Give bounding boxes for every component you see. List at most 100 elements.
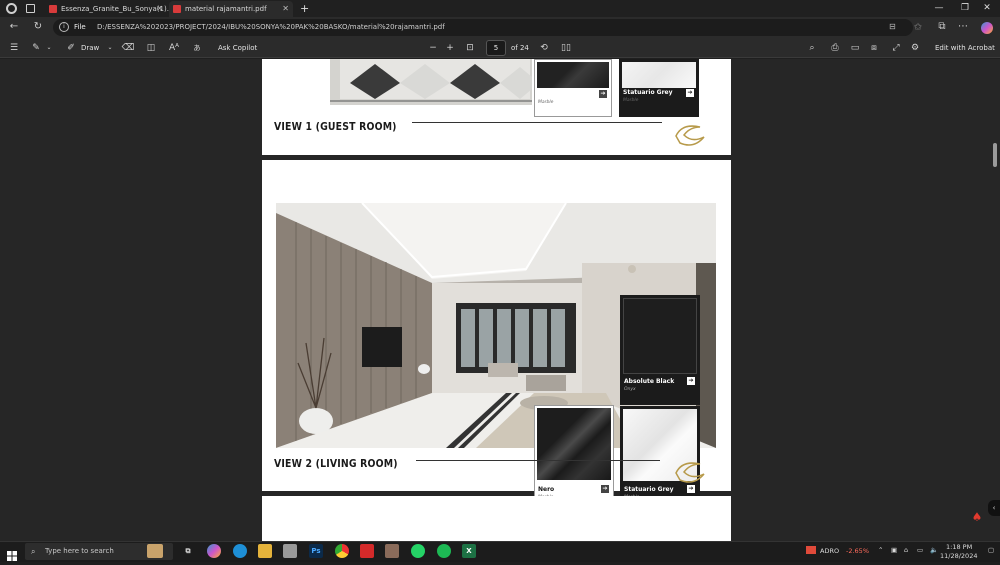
divider [412, 122, 662, 123]
save-as-icon[interactable]: ⧈ [867, 40, 881, 56]
display-icon[interactable]: ▭ [917, 546, 923, 555]
stock-trend-icon [806, 546, 816, 554]
stock-name[interactable]: ADRO [820, 547, 839, 556]
notifications-icon[interactable]: ▢ [988, 546, 994, 555]
tray-overflow-icon[interactable]: ⌃ [878, 546, 883, 555]
excel-icon[interactable]: X [462, 544, 476, 558]
address-bar[interactable]: i File D:/ESSENZA%202023/PROJECT/2024/IB… [53, 19, 913, 36]
autocad-icon[interactable] [385, 544, 399, 558]
marble-tile [623, 298, 697, 374]
side-panel-toggle-icon[interactable]: ‹ [988, 500, 1000, 516]
minimize-button[interactable]: — [926, 0, 952, 17]
zoom-out-icon[interactable]: − [426, 40, 440, 56]
start-icon[interactable] [7, 546, 17, 561]
erase-icon[interactable]: ⌫ [121, 40, 135, 56]
fit-page-icon[interactable]: ⊡ [463, 40, 477, 56]
spotify-icon[interactable] [437, 544, 451, 558]
chevron-down-icon[interactable]: ⌄ [103, 40, 117, 56]
page-view-icon[interactable]: ◫ [144, 40, 158, 56]
store-icon[interactable] [283, 544, 297, 558]
search-placeholder: Type here to search [45, 547, 114, 555]
swatch-name: Statuario Grey [623, 89, 673, 96]
stock-change: -2.65% [846, 547, 869, 555]
marble-tile [537, 62, 609, 88]
close-tab-icon[interactable]: ✕ [282, 1, 289, 17]
chevron-down-icon[interactable]: ⌄ [42, 40, 56, 56]
draw-button[interactable]: Draw [81, 40, 99, 56]
refresh-icon[interactable]: ↻ [31, 20, 45, 34]
file-scheme-label: File [74, 23, 86, 31]
swatch-nero: Nero Marble ➔ [534, 405, 614, 509]
draw-icon[interactable]: ✐ [64, 40, 78, 56]
new-tab-button[interactable]: + [300, 0, 309, 17]
tab-material-rajamantri[interactable]: material rajamantri.pdf ✕ [169, 1, 293, 17]
close-tab-icon[interactable]: ✕ [156, 1, 163, 17]
tray-app-icon[interactable]: ▣ [891, 546, 897, 555]
widget-icon[interactable] [147, 544, 163, 558]
swatch-nero: Nero Marble ➔ [534, 59, 612, 117]
whatsapp-icon[interactable] [411, 544, 425, 558]
photoshop-icon[interactable]: Ps [309, 544, 323, 558]
scrollbar-thumb[interactable] [993, 143, 997, 167]
render-image-guest-room [330, 59, 532, 105]
zoom-in-icon[interactable]: + [443, 40, 457, 56]
swatch-absolute-black: Absolute Black Onyx ➔ [620, 295, 700, 405]
divider [416, 460, 660, 461]
copilot-icon[interactable] [981, 22, 993, 34]
swatch-name: Absolute Black [624, 378, 675, 385]
swatch-name: Statuario Grey [624, 486, 674, 493]
fullscreen-icon[interactable]: ⤢ [889, 40, 903, 56]
highlight-icon[interactable]: ✎ [29, 40, 43, 56]
print-icon[interactable]: ⎙ [828, 40, 842, 56]
two-page-icon[interactable]: ▯▯ [559, 40, 573, 56]
settings-icon[interactable]: ⚙ [908, 40, 922, 56]
copilot-taskbar-icon[interactable] [207, 544, 221, 558]
tab-essenza-granite[interactable]: Essenza_Granite_Bu_Sonya(1).pdf ✕ [45, 1, 180, 17]
page-number-input[interactable]: 5 [486, 40, 506, 56]
collections-icon[interactable]: ⧉ [935, 20, 949, 34]
edge-icon[interactable] [233, 544, 247, 558]
edit-with-acrobat-button[interactable]: Edit with Acrobat [935, 40, 995, 56]
browser-logo-icon[interactable] [6, 3, 17, 14]
save-icon[interactable]: ▭ [848, 40, 862, 56]
rotate-icon[interactable]: ⟲ [537, 40, 551, 56]
reader-view-icon[interactable]: ⊟ [889, 22, 896, 31]
volume-icon[interactable]: 🔈 [930, 546, 938, 555]
read-aloud-icon[interactable]: Aᴬ [167, 40, 181, 56]
pdf-page-next [262, 496, 731, 541]
pdf-icon [173, 5, 181, 13]
swatch-name: Nero [538, 91, 555, 98]
vertical-scrollbar[interactable] [991, 59, 1000, 541]
chrome-icon[interactable] [335, 544, 349, 558]
clock-date[interactable]: 11/28/2024 [940, 552, 977, 561]
swatch-name: Nero [538, 486, 555, 493]
swatch-type: Marble [538, 100, 554, 105]
tab-label: material rajamantri.pdf [185, 5, 267, 13]
file-explorer-icon[interactable] [258, 544, 272, 558]
company-logo [670, 458, 710, 488]
translate-icon[interactable]: あ [190, 40, 204, 56]
view-title: VIEW 1 (GUEST ROOM) [274, 120, 397, 133]
arrow-icon: ➔ [601, 485, 609, 493]
swatch-type: Onyx [624, 387, 636, 392]
url-text[interactable]: D:/ESSENZA%202023/PROJECT/2024/IBU%20SON… [97, 19, 445, 36]
info-icon[interactable]: i [59, 22, 69, 32]
acrobat-icon[interactable]: ♠ [969, 509, 985, 525]
clock-time[interactable]: 1:18 PM [946, 543, 972, 552]
ask-copilot-button[interactable]: Ask Copilot [218, 40, 257, 56]
close-window-button[interactable]: ✕ [974, 0, 1000, 17]
tab-actions-icon[interactable] [26, 4, 35, 13]
task-view-icon[interactable]: ⧉ [181, 544, 195, 558]
search-icon[interactable]: ⌕ [805, 40, 819, 56]
pdf-viewer[interactable]: Nero Marble ➔ Statuario Grey Marble ➔ VI… [0, 59, 1000, 541]
extensions-icon[interactable]: ⋯ [956, 20, 970, 34]
back-icon[interactable]: ← [7, 20, 21, 34]
network-icon[interactable]: ⌂ [904, 546, 908, 555]
view-title: VIEW 2 (LIVING ROOM) [274, 457, 398, 470]
marble-tile [622, 62, 696, 88]
table-of-contents-icon[interactable]: ☰ [7, 40, 21, 56]
company-logo [670, 121, 710, 151]
swatch-type: Marble [623, 98, 639, 103]
favorites-icon[interactable]: ✩ [911, 21, 925, 35]
acrobat-taskbar-icon[interactable] [360, 544, 374, 558]
